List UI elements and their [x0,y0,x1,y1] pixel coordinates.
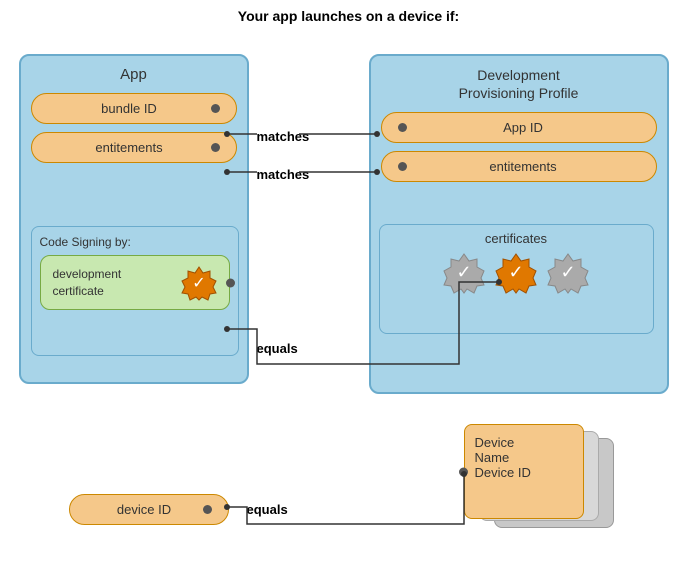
certs-box: certificates ✓ ✓ [379,224,654,334]
device-card-front: DeviceNameDevice ID [464,424,584,519]
certs-title: certificates [390,231,643,246]
equals-label-2: equals [247,502,288,517]
device-id-pill: device ID [69,494,229,525]
entitlements-pill-app: entitements [31,132,237,163]
entitlements-pill-prov: entitements [381,151,657,182]
dev-cert-text: developmentcertificate [53,266,181,300]
prov-box-title: DevelopmentProvisioning Profile [381,66,657,102]
entitlements-dot [211,143,220,152]
code-signing-title: Code Signing by: [40,235,230,249]
silver-seal-2-icon: ✓ [547,252,589,294]
svg-text:✓: ✓ [192,275,205,292]
matches-label-2: matches [257,167,310,182]
certs-icons: ✓ ✓ ✓ [390,252,643,294]
equals-label-1: equals [257,341,298,356]
bundle-id-pill: bundle ID [31,93,237,124]
device-id-dot [203,505,212,514]
svg-text:✓: ✓ [456,262,471,282]
app-box-title: App [31,66,237,83]
app-id-pill: App ID [381,112,657,143]
dev-cert-dot [226,278,235,287]
entitlements-prov-dot-left [398,162,407,171]
code-signing-box: Code Signing by: developmentcertificate … [31,226,239,356]
orange-seal-icon: ✓ [495,252,537,294]
main-container: Your app launches on a device if: App bu… [0,0,697,574]
app-box: App bundle ID entitements Code Signing b… [19,54,249,384]
bundle-id-dot [211,104,220,113]
device-card-front-text: DeviceNameDevice ID [475,435,573,480]
silver-seal-icon: ✓ [443,252,485,294]
diagram-area: App bundle ID entitements Code Signing b… [9,34,689,574]
app-id-dot-left [398,123,407,132]
dev-cert-seal: ✓ [181,265,217,301]
svg-text:✓: ✓ [560,262,575,282]
page-title: Your app launches on a device if: [0,0,697,24]
dev-cert-pill: developmentcertificate ✓ [40,255,230,310]
matches-label-1: matches [257,129,310,144]
svg-text:✓: ✓ [508,262,523,282]
device-id-pill-wrapper: device ID [69,494,229,533]
device-front-dot [459,467,468,476]
